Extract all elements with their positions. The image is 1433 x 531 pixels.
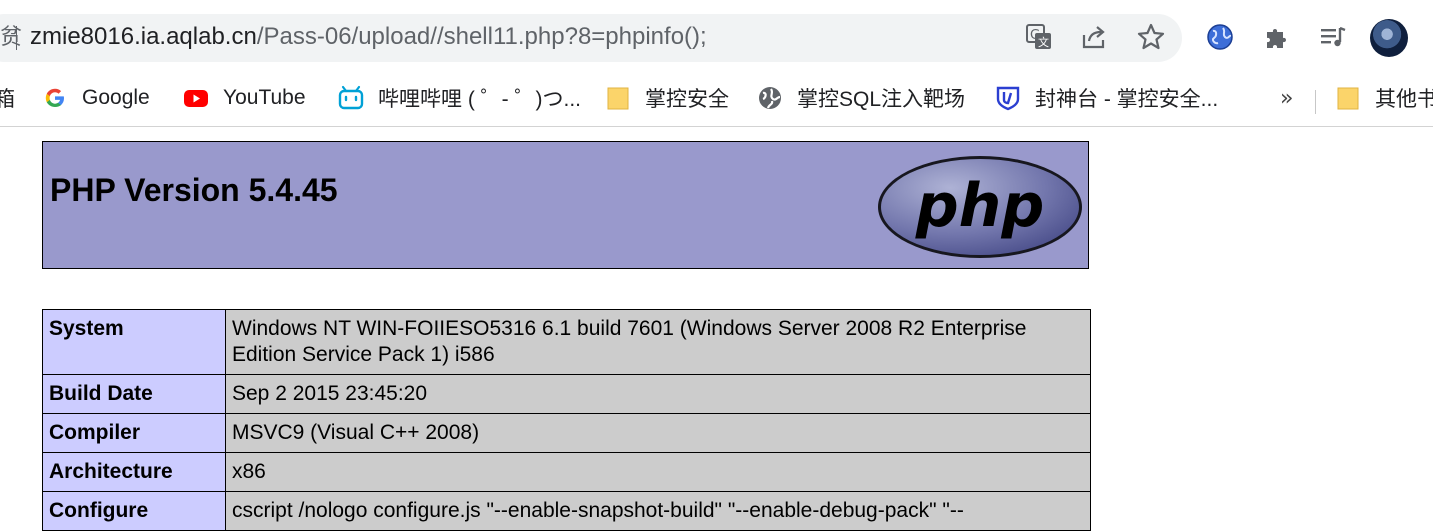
puzzle-icon[interactable]	[1262, 22, 1292, 52]
url-host: zmie8016.ia.aqlab.cn	[30, 23, 257, 50]
bookmark-google-label: Google	[82, 86, 150, 109]
bookmark-youtube-label: YouTube	[223, 86, 306, 109]
table-row: Configure cscript /nologo configure.js "…	[42, 491, 1091, 531]
bookmark-bilibili[interactable]: 哔哩哔哩 ( ゜- ゜)つ...	[338, 82, 581, 114]
row-value: x86	[225, 452, 1091, 492]
page-title: PHP Version 5.4.45	[50, 172, 338, 208]
star-icon[interactable]	[1136, 22, 1166, 52]
bookmark-sql-range-label: 掌控SQL注入靶场	[797, 88, 966, 111]
folder-icon	[1335, 85, 1361, 111]
page-content: PHP Version 5.4.45 php System Windows NT…	[0, 127, 1433, 531]
table-row: Build Date Sep 2 2015 23:45:20	[42, 374, 1091, 414]
share-icon[interactable]	[1079, 22, 1109, 52]
phpinfo-table: System Windows NT WIN-FOIIESO5316 6.1 bu…	[42, 309, 1091, 531]
row-value: cscript /nologo configure.js "--enable-s…	[225, 491, 1091, 531]
translate-icon[interactable]: G文	[1024, 22, 1054, 52]
bookmark-google[interactable]: Google	[42, 82, 150, 114]
site-info-glyph[interactable]: 贫	[0, 24, 22, 52]
folder-icon	[605, 85, 631, 111]
shield-icon	[995, 85, 1021, 111]
bookmarks-overflow-chevron-icon[interactable]: »	[1280, 86, 1293, 111]
row-key: Compiler	[42, 413, 226, 453]
bookmark-partial[interactable]: 箱	[0, 82, 15, 114]
globe-extension-icon[interactable]	[1205, 22, 1235, 52]
google-icon	[42, 85, 68, 111]
row-value: Sep 2 2015 23:45:20	[225, 374, 1091, 414]
omnibox-separator	[16, 26, 17, 50]
php-logo-text: php	[915, 171, 1045, 241]
bookmark-partial-label: 箱	[0, 88, 15, 111]
bookmark-other-label: 其他书	[1375, 88, 1433, 111]
youtube-icon	[183, 85, 209, 111]
php-header: PHP Version 5.4.45 php	[42, 141, 1089, 269]
table-row: System Windows NT WIN-FOIIESO5316 6.1 bu…	[42, 309, 1091, 375]
bookmark-zhangkong-label: 掌控安全	[645, 88, 729, 111]
bookmarks-bar: 箱 Google YouTube 哔哩哔哩 ( ゜- ゜)つ... 掌控安全 掌…	[0, 74, 1433, 127]
bookmark-bilibili-label: 哔哩哔哩 ( ゜- ゜)つ...	[378, 88, 581, 111]
globe-icon	[757, 85, 783, 111]
media-queue-icon[interactable]	[1318, 22, 1348, 52]
bookmark-fengshentai[interactable]: 封神台 - 掌控安全...	[995, 82, 1218, 114]
row-key: System	[42, 309, 226, 375]
row-key: Architecture	[42, 452, 226, 492]
row-value: Windows NT WIN-FOIIESO5316 6.1 build 760…	[225, 309, 1091, 375]
bookmark-youtube[interactable]: YouTube	[183, 82, 306, 114]
svg-text:文: 文	[1038, 35, 1049, 49]
bookmarks-separator	[1315, 90, 1316, 114]
row-key: Configure	[42, 491, 226, 531]
row-key: Build Date	[42, 374, 226, 414]
bookmark-zhangkong[interactable]: 掌控安全	[605, 82, 729, 114]
php-logo[interactable]: php	[876, 154, 1084, 260]
bookmark-other[interactable]: 其他书	[1335, 82, 1433, 114]
table-row: Architecture x86	[42, 452, 1091, 492]
avatar[interactable]	[1370, 19, 1408, 57]
url-text[interactable]: zmie8016.ia.aqlab.cn/Pass-06/upload//she…	[30, 22, 707, 52]
bilibili-icon	[338, 85, 364, 111]
row-value: MSVC9 (Visual C++ 2008)	[225, 413, 1091, 453]
bookmark-sql-range[interactable]: 掌控SQL注入靶场	[757, 82, 965, 114]
table-row: Compiler MSVC9 (Visual C++ 2008)	[42, 413, 1091, 453]
browser-toolbar: 贫 zmie8016.ia.aqlab.cn/Pass-06/upload//s…	[0, 0, 1433, 74]
bookmark-fengshentai-label: 封神台 - 掌控安全...	[1035, 88, 1219, 111]
url-path: /Pass-06/upload//shell11.php?8=phpinfo()…	[256, 23, 707, 50]
